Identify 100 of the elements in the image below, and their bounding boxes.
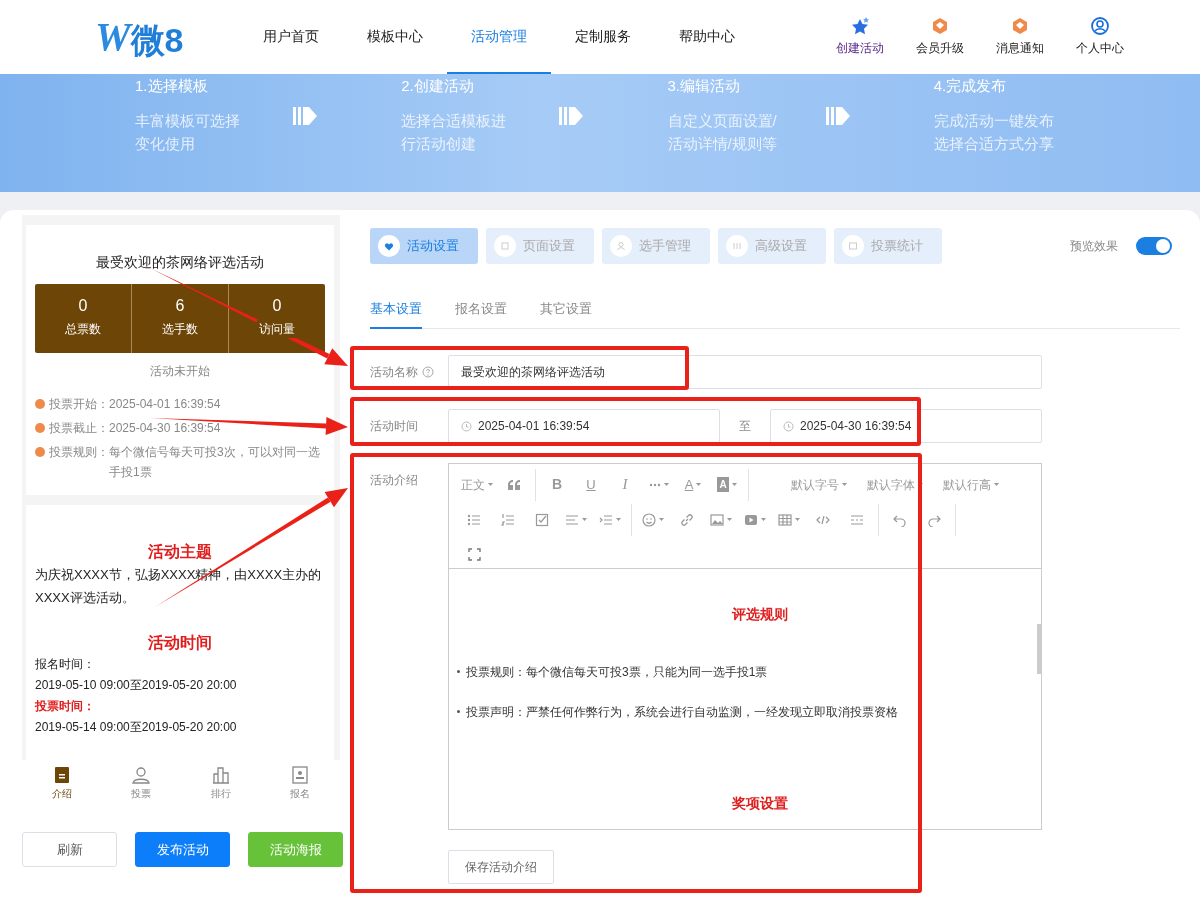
caret-icon: [761, 518, 766, 521]
caret-icon: [795, 518, 800, 521]
info-label: 投票截止：: [49, 420, 109, 437]
section-heading: 奖项设置: [731, 794, 789, 813]
header-action-link[interactable]: 会员升级: [900, 17, 980, 57]
text-line: 2019-05-10 09:00至2019-05-20 20:00: [35, 677, 238, 694]
bullet-text: 投票声明：严禁任何作弊行为，系统会进行自动监测，一经发现立即取消投票资格: [466, 704, 898, 721]
nav-link[interactable]: 帮助中心: [654, 0, 759, 74]
caret-icon: [994, 483, 999, 486]
header-action-link[interactable]: 创建活动: [820, 17, 900, 57]
publish-button[interactable]: 发布活动: [135, 832, 230, 867]
toolbar-button[interactable]: B: [540, 470, 574, 499]
bullet-text: 投票规则：每个微信每天可投3票，只能为同一选手投1票: [466, 664, 768, 681]
toolbar-button[interactable]: 默认行高: [933, 470, 1009, 499]
link-icon: [680, 512, 694, 527]
info-value: 2025-04-01 16:39:54: [109, 396, 221, 413]
numbered-list-icon: [501, 512, 515, 527]
date-input[interactable]: 2025-04-30 16:39:54: [770, 409, 1042, 443]
indent-icon: [599, 512, 613, 527]
badge-icon: [1011, 17, 1029, 35]
sub-tab[interactable]: 基本设置: [370, 285, 422, 329]
bullet-icon: [457, 670, 460, 673]
caret-icon: [616, 518, 621, 521]
text-line: 2019-05-14 09:00至2019-05-20 20:00: [35, 719, 238, 736]
clock-icon: [783, 420, 794, 432]
step-arrow-icon: [559, 104, 586, 128]
toolbar-button[interactable]: 正文: [457, 470, 497, 499]
step-description: 选择合适模板进 行活动创建: [401, 111, 508, 154]
image-icon: [710, 512, 724, 527]
header-action-link[interactable]: 消息通知: [980, 17, 1060, 57]
document-icon: [52, 766, 71, 784]
stat-label: 总票数: [63, 320, 103, 338]
bullet-list-icon: [467, 512, 481, 527]
tabbar-item[interactable]: 报名: [260, 760, 340, 805]
logo: W微8: [95, 17, 184, 57]
refresh-button[interactable]: 刷新: [22, 832, 117, 867]
stat-label: 选手数: [160, 320, 200, 338]
settings-tab[interactable]: 活动设置: [370, 228, 478, 264]
sliders-icon: [731, 240, 743, 252]
tabbar-item[interactable]: 排行: [181, 760, 261, 805]
badge-icon: [931, 17, 949, 35]
preview-toggle[interactable]: [1136, 237, 1172, 255]
help-icon: [422, 366, 434, 378]
field-label: 活动时间: [370, 418, 419, 435]
caret-icon: [727, 518, 732, 521]
table-icon: [778, 512, 792, 527]
info-label: 投票开始：: [49, 396, 109, 413]
clock-icon: [35, 423, 45, 433]
caret-icon: [659, 518, 664, 521]
settings-tab[interactable]: 选手管理: [602, 228, 710, 264]
poster-button[interactable]: 活动海报: [248, 832, 343, 867]
stat-value: 0: [77, 296, 89, 316]
quote-icon: [507, 477, 521, 492]
nav-link[interactable]: 模板中心: [342, 0, 447, 74]
divider-icon: [850, 512, 864, 527]
tabbar-item[interactable]: 投票: [101, 760, 181, 805]
caret-icon: [582, 518, 587, 521]
header-action-link[interactable]: 个人中心: [1060, 17, 1140, 57]
clock-icon: [461, 420, 472, 432]
nav-link[interactable]: 用户首页: [238, 0, 343, 74]
save-button[interactable]: 保存活动介绍: [448, 850, 554, 884]
toolbar-button[interactable]: 默认字号: [781, 470, 857, 499]
toolbar-button[interactable]: I: [608, 470, 642, 499]
toolbar-button[interactable]: U: [574, 470, 608, 499]
info-value: 2025-04-30 16:39:54: [109, 420, 221, 437]
bullet-icon: [457, 710, 460, 713]
settings-tab[interactable]: 投票统计: [834, 228, 942, 264]
nav-link[interactable]: 定制服务: [550, 0, 655, 74]
date-input[interactable]: 2025-04-01 16:39:54: [448, 409, 720, 443]
toolbar-button[interactable]: 默认字体: [857, 470, 933, 499]
info-value: 每个微信号每天可投3次，可以对同一选手投1票: [109, 444, 321, 481]
sub-tab[interactable]: 报名设置: [455, 285, 507, 329]
clock-icon: [35, 399, 45, 409]
emoji-icon: [642, 512, 656, 527]
step-title: 4.完成发布: [933, 76, 1008, 96]
sub-tab[interactable]: 其它设置: [540, 285, 592, 329]
settings-tab[interactable]: 页面设置: [486, 228, 594, 264]
step-description: 自定义页面设置/ 活动详情/规则等: [667, 111, 778, 154]
text-label: 投票时间：: [35, 698, 96, 715]
step-description: 完成活动一键发布 选择合适方式分享: [933, 111, 1055, 154]
toggle-label: 预览效果: [1070, 238, 1118, 255]
caret-icon: [696, 483, 702, 486]
settings-tab[interactable]: 高级设置: [718, 228, 826, 264]
video-icon: [744, 512, 758, 527]
toolbar-button[interactable]: A: [710, 470, 744, 499]
bar-chart-icon: [211, 766, 230, 784]
section-heading: 活动时间: [147, 633, 213, 653]
id-card-icon: [291, 766, 310, 784]
section-heading: 活动主题: [147, 542, 213, 562]
stat-value: 0: [271, 296, 283, 316]
tabbar-item[interactable]: 介绍: [22, 760, 102, 805]
step-arrow-icon: [293, 104, 319, 128]
caret-icon: [842, 483, 847, 486]
clock-icon: [35, 447, 45, 457]
name-input[interactable]: 最受欢迎的茶网络评选活动: [448, 355, 1042, 389]
person-icon: [132, 766, 151, 784]
field-label: 活动名称: [370, 364, 418, 381]
toolbar-button[interactable]: A: [676, 470, 710, 499]
field-label: 活动介绍: [370, 472, 419, 489]
chart-icon: [847, 240, 859, 252]
